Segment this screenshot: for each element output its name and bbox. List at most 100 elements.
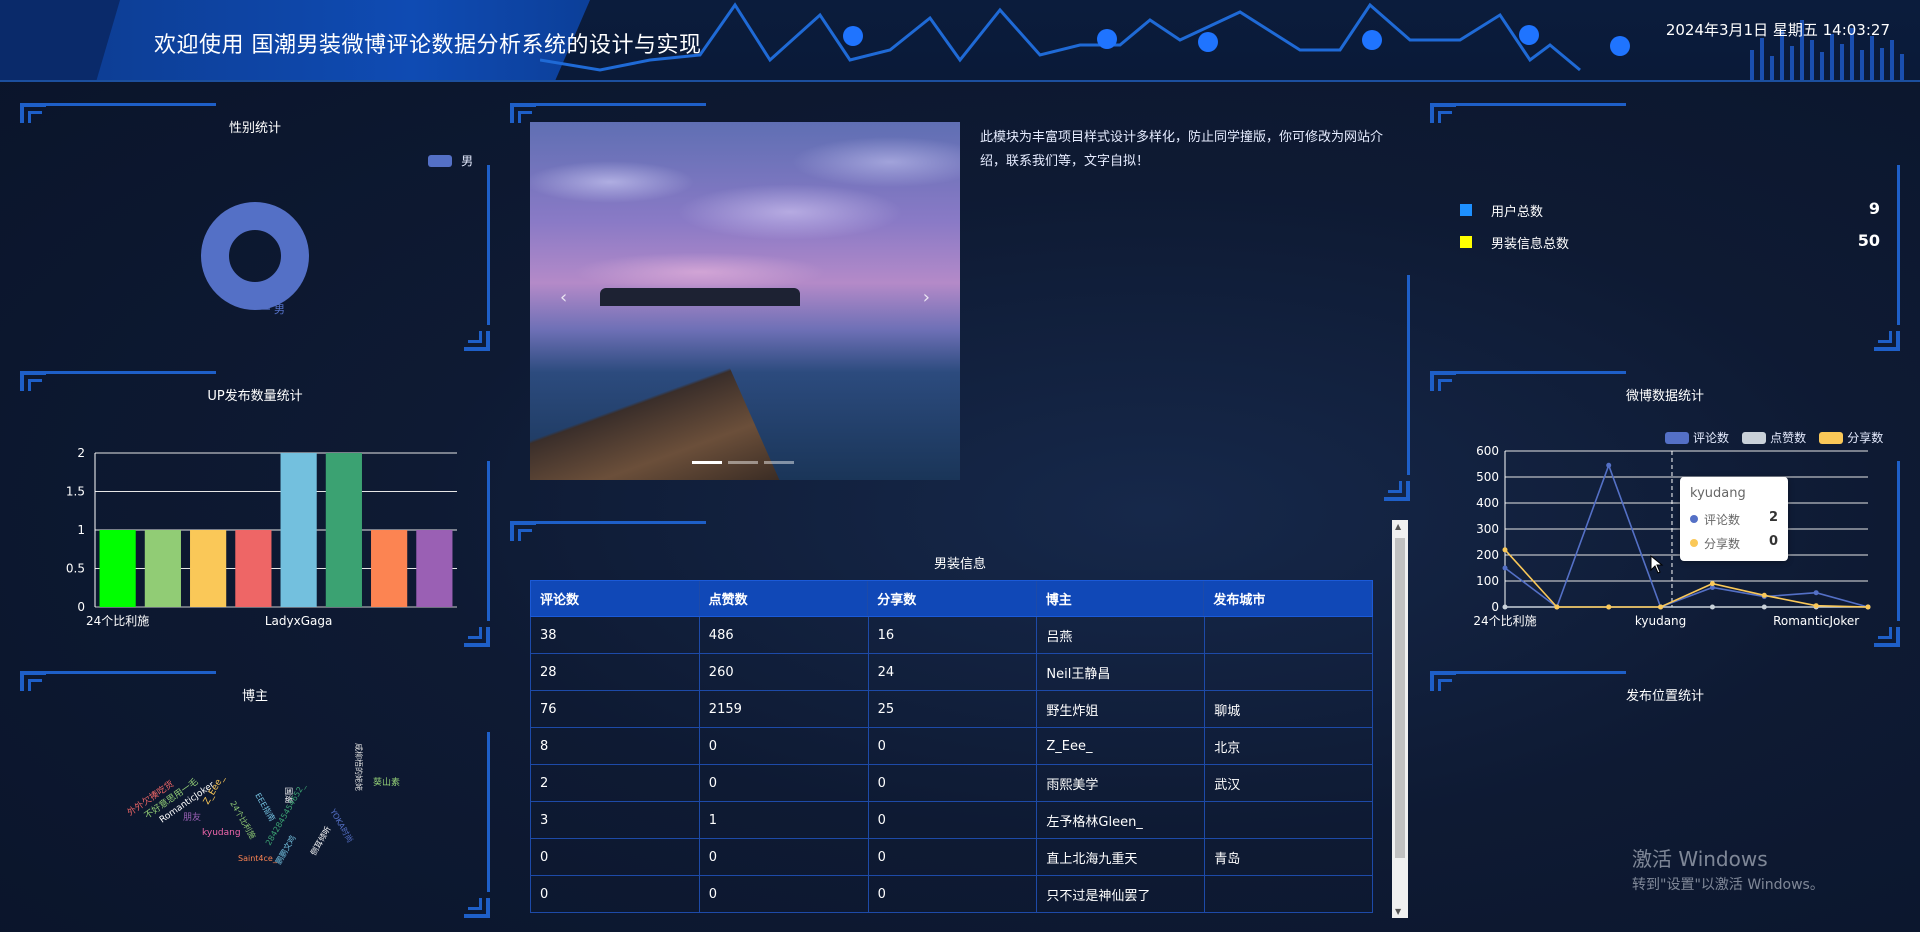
stat-user-total: 用户总数 9 bbox=[1460, 198, 1880, 222]
gender-legend[interactable]: 男 bbox=[428, 150, 473, 169]
gender-donut-chart[interactable]: 男 bbox=[190, 198, 390, 348]
series-point bbox=[1502, 565, 1508, 571]
table-row[interactable]: 8 0 0 Z_Eee_ 北京 bbox=[530, 728, 1373, 765]
up-bar-chart[interactable]: 0 0.5 1 1.5 2 24个比利施 LadyxGaga bbox=[20, 431, 490, 631]
series-point bbox=[1813, 590, 1819, 596]
table-row[interactable]: 76 2159 25 野生炸姐 聊城 bbox=[530, 691, 1373, 728]
menswear-table: 评论数 点赞数 分享数 博主 发布城市 38 486 16 吕燕 28 260 24 Neil… bbox=[530, 580, 1373, 917]
series-point bbox=[1502, 547, 1508, 553]
table-cell: 8 bbox=[531, 728, 700, 764]
y-tick-label: 400 bbox=[1476, 496, 1499, 510]
x-tick-label: 24个比利施 bbox=[1473, 614, 1536, 628]
tooltip-dot bbox=[1690, 515, 1698, 523]
table-cell: 260 bbox=[700, 654, 869, 690]
y-tick-label: 2 bbox=[77, 446, 85, 460]
carousel-indicators bbox=[692, 449, 800, 468]
panel-edge bbox=[1456, 671, 1626, 674]
scroll-down-arrow[interactable]: ▼ bbox=[1395, 907, 1401, 916]
panel-edge bbox=[487, 165, 490, 325]
table-cell: 2159 bbox=[700, 691, 869, 727]
header-wave-decoration bbox=[540, 2, 1904, 80]
table-header-cell[interactable]: 评论数 bbox=[531, 581, 700, 616]
word-cloud-word: 咸柳梧的姥姥 bbox=[354, 743, 364, 791]
panel-corner bbox=[518, 529, 532, 541]
up-panel-title: UP发布数量统计 bbox=[207, 389, 303, 404]
table-scrollbar[interactable]: ▲ ▼ bbox=[1392, 520, 1408, 918]
carousel-dot[interactable] bbox=[764, 461, 794, 464]
table-cell: 左予格林Gleen_ bbox=[1037, 802, 1206, 838]
chart-tooltip: kyudang 评论数 2 分享数 0 bbox=[1680, 477, 1788, 561]
panel-corner bbox=[1388, 481, 1402, 493]
table-header-cell[interactable]: 发布城市 bbox=[1204, 581, 1372, 616]
table-cell: 0 bbox=[531, 839, 700, 875]
table-cell: 0 bbox=[700, 839, 869, 875]
table-cell: 1 bbox=[700, 802, 869, 838]
table-row[interactable]: 28 260 24 Neil王静昌 bbox=[530, 654, 1373, 691]
table-cell: 青岛 bbox=[1205, 839, 1373, 875]
carousel-dot[interactable] bbox=[692, 461, 722, 464]
table-cell bbox=[1205, 802, 1373, 838]
word-cloud-word: EEE指南 bbox=[253, 791, 277, 823]
panel-edge bbox=[1456, 371, 1626, 374]
table-cell: 16 bbox=[869, 617, 1038, 653]
panel-edge bbox=[1897, 165, 1900, 325]
carousel-prev-arrow[interactable]: ‹ bbox=[560, 287, 567, 308]
series-point bbox=[1606, 462, 1612, 468]
panel-corner bbox=[1438, 111, 1452, 123]
panel-corner bbox=[468, 331, 482, 343]
table-header-cell[interactable]: 博主 bbox=[1037, 581, 1205, 616]
tooltip-series-name: 评论数 bbox=[1704, 513, 1741, 527]
image-carousel[interactable]: ‹ › bbox=[530, 122, 960, 480]
scrollbar-thumb[interactable] bbox=[1395, 538, 1405, 858]
table-row[interactable]: 3 1 0 左予格林Gleen_ bbox=[530, 802, 1373, 839]
panel-corner bbox=[1878, 331, 1892, 343]
table-cell: 0 bbox=[869, 765, 1038, 801]
table-cell: 3 bbox=[531, 802, 700, 838]
gender-panel: 性别统计 男 男 bbox=[20, 103, 490, 351]
slice-label: 男 bbox=[274, 303, 285, 316]
stat-value: 9 bbox=[1868, 199, 1880, 218]
table-cell: 直上北海九重天 bbox=[1037, 839, 1206, 875]
stat-label: 男装信息总数 bbox=[1491, 237, 1570, 252]
blogger-word-cloud[interactable]: 外外欠揍吃货 不好意思用一毛 RomanticJoker 朋友 Z_Eee_ 2… bbox=[120, 731, 420, 871]
donut-slice-male bbox=[201, 202, 309, 310]
series-point bbox=[1761, 604, 1767, 610]
y-tick-label: 500 bbox=[1476, 470, 1499, 484]
tooltip-value: 0 bbox=[1768, 534, 1778, 549]
table-row[interactable]: 2 0 0 雨熙美学 武汉 bbox=[530, 765, 1373, 802]
table-header-cell[interactable]: 点赞数 bbox=[700, 581, 869, 616]
stat-menswear-total: 男装信息总数 50 bbox=[1460, 230, 1880, 254]
table-cell: 0 bbox=[869, 876, 1038, 912]
word-cloud-word: YOKA时尚 bbox=[328, 806, 356, 844]
panel-edge bbox=[46, 671, 216, 674]
series-point bbox=[1658, 604, 1664, 610]
y-tick-label: 1 bbox=[77, 523, 85, 537]
table-cell: 0 bbox=[700, 765, 869, 801]
table-row[interactable]: 0 0 0 直上北海九重天 青岛 bbox=[530, 839, 1373, 876]
table-cell: 0 bbox=[869, 728, 1038, 764]
table-cell: 北京 bbox=[1205, 728, 1373, 764]
stat-color-square bbox=[1460, 236, 1472, 248]
up-count-panel: UP发布数量统计 0 0.5 1 1.5 2 24个比利施 LadyxGaga bbox=[20, 371, 490, 647]
carousel-dot[interactable] bbox=[728, 461, 758, 464]
table-row[interactable]: 0 0 0 只不过是神仙罢了 bbox=[530, 876, 1373, 913]
table-cell: 野生炸姐 bbox=[1037, 691, 1206, 727]
x-tick-label: LadyxGaga bbox=[265, 614, 332, 628]
blogger-panel: 博主 外外欠揍吃货 不好意思用一毛 RomanticJoker 朋友 Z_Eee… bbox=[20, 671, 490, 918]
series-point bbox=[1813, 603, 1819, 609]
watermark-line2: 转到"设置"以激活 Windows。 bbox=[1632, 877, 1824, 893]
watermark-line1: 激活 Windows bbox=[1632, 847, 1768, 871]
table-row[interactable]: 38 486 16 吕燕 bbox=[530, 617, 1373, 654]
table-header-cell[interactable]: 分享数 bbox=[868, 581, 1037, 616]
table-cell bbox=[1205, 876, 1373, 912]
weibo-line-chart[interactable]: 0 100 200 300 400 500 600 24个比利施 kyudang Romantic… bbox=[1430, 441, 1900, 631]
carousel-next-arrow[interactable]: › bbox=[923, 287, 930, 308]
carousel-huts bbox=[600, 288, 800, 306]
panel-edge bbox=[536, 103, 706, 106]
stat-label: 用户总数 bbox=[1491, 205, 1544, 220]
series-point bbox=[1606, 604, 1612, 610]
bar bbox=[235, 530, 272, 607]
scroll-up-arrow[interactable]: ▲ bbox=[1395, 522, 1401, 531]
table-cell: 只不过是神仙罢了 bbox=[1037, 876, 1206, 912]
stats-panel bbox=[1430, 103, 1900, 351]
